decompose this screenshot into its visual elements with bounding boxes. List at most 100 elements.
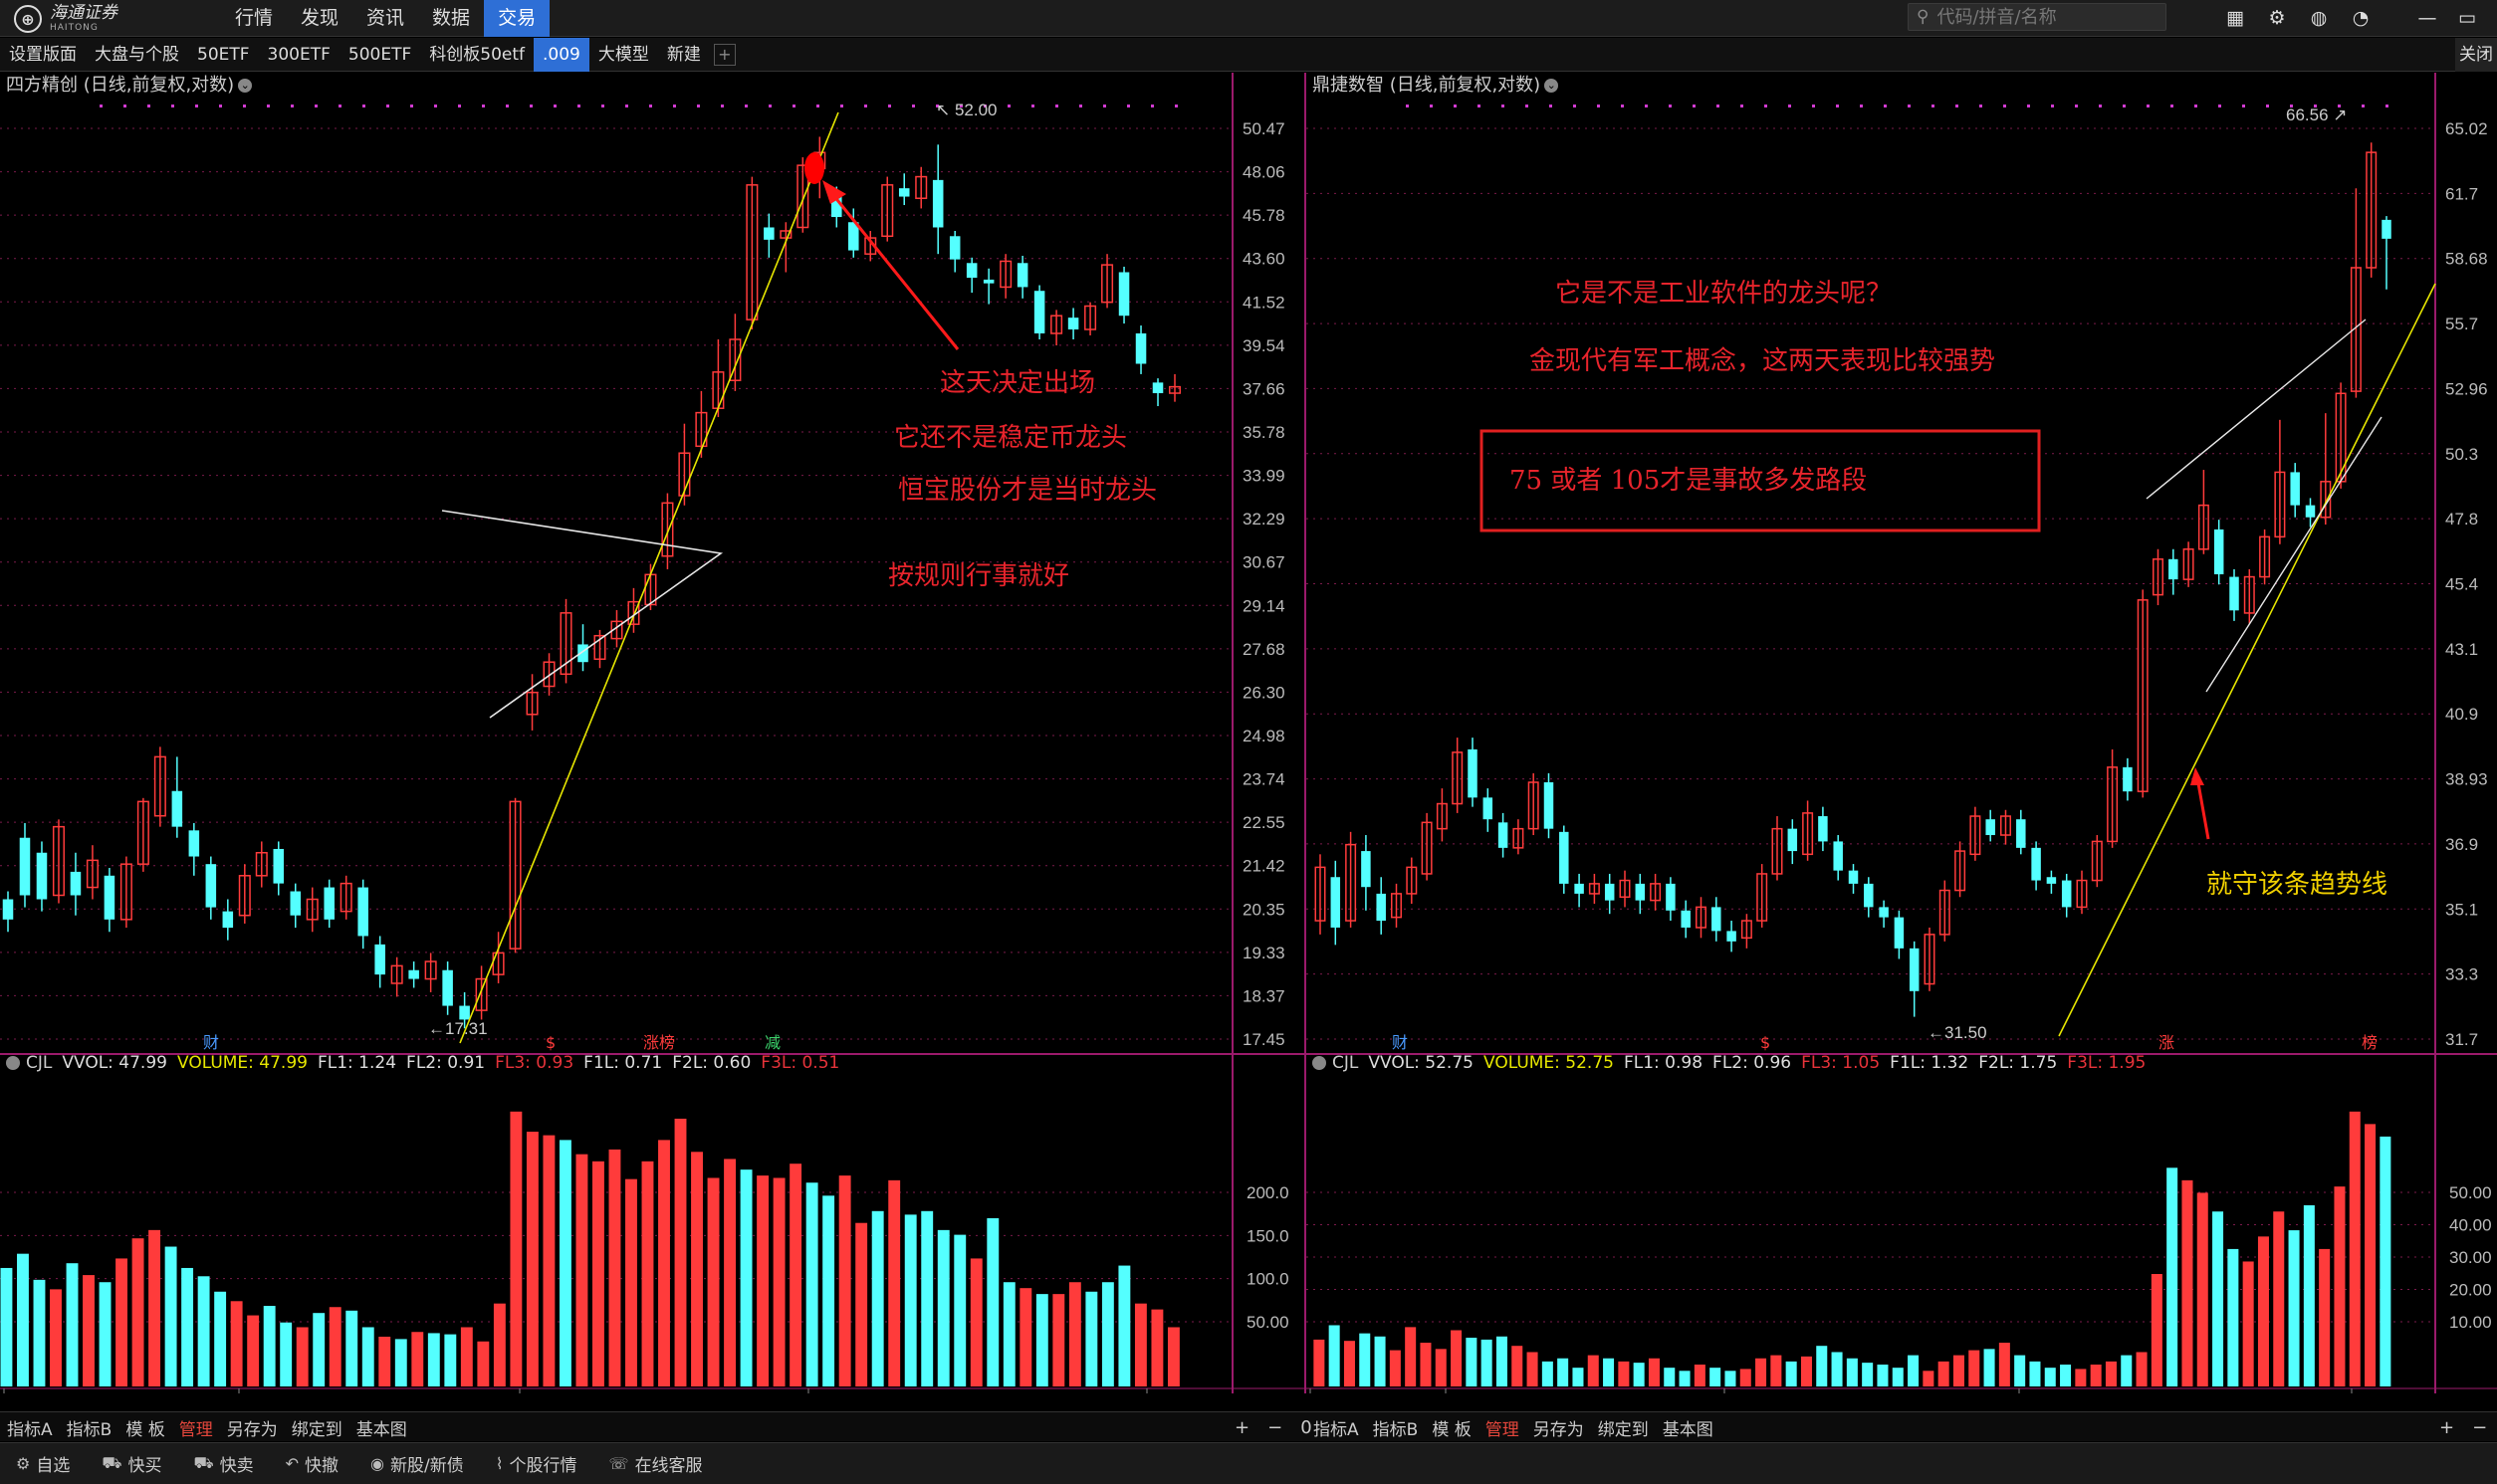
indicator-tab-0[interactable]: 指标A <box>1306 1415 1366 1440</box>
indicator-tab-3[interactable]: 管理 <box>1478 1415 1526 1440</box>
candle-body[interactable] <box>1361 851 1371 888</box>
candle-body[interactable] <box>932 179 944 228</box>
status-item-2[interactable]: ⛟ 快卖 <box>177 1451 269 1476</box>
candle-body[interactable] <box>459 1005 470 1020</box>
dropdown-icon[interactable]: ⌄ <box>238 79 253 93</box>
candle-body[interactable] <box>2031 847 2041 881</box>
candle-body[interactable] <box>2046 877 2057 884</box>
restore-icon[interactable]: ▭ <box>2454 5 2480 31</box>
zoom-control-0[interactable]: + <box>1235 1417 1249 1438</box>
chart-title-left[interactable]: 四方精创 (日线,前复权,对数) ⌄ <box>6 73 253 99</box>
chat-icon[interactable]: ◔ <box>2348 5 2374 31</box>
candle-body[interactable] <box>222 911 234 929</box>
candle-body[interactable] <box>374 944 385 975</box>
candle-body[interactable] <box>36 852 48 900</box>
chart-title-right[interactable]: 鼎捷数智 (日线,前复权,对数) ⌄ <box>1312 73 1559 99</box>
add-tab-button[interactable]: + <box>713 44 736 66</box>
indicator-tab-4[interactable]: 另存为 <box>220 1415 285 1440</box>
event-marker[interactable]: 榜 <box>2362 1033 2378 1052</box>
candle-body[interactable] <box>2382 219 2391 239</box>
dropdown-icon[interactable]: ⌄ <box>1544 79 1559 93</box>
candle-body[interactable] <box>442 969 453 1006</box>
candle-body[interactable] <box>1135 332 1147 364</box>
candle-body[interactable] <box>2229 576 2239 611</box>
tab-8[interactable]: 新建 <box>658 38 710 72</box>
channel-line-lower[interactable] <box>2205 416 2383 693</box>
globe-icon[interactable]: ◍ <box>2306 5 2332 31</box>
candle-body[interactable] <box>1033 291 1045 333</box>
chart-canvas-right[interactable]: 65.02 61.7 58.68 55.7 52.96 50.3 47.8 45.4 43.1 4… <box>1306 73 2497 1393</box>
candle-body[interactable] <box>1787 828 1798 852</box>
gear-icon[interactable]: ⚙ <box>2264 5 2290 31</box>
candle-body[interactable] <box>19 837 31 896</box>
indicator-tab-1[interactable]: 指标B <box>1366 1415 1426 1440</box>
candle-body[interactable] <box>1497 822 1508 848</box>
tab-4[interactable]: 500ETF <box>340 38 420 72</box>
indicator-tab-1[interactable]: 指标B <box>60 1415 119 1440</box>
nav-4[interactable]: 交易 <box>484 0 551 37</box>
close-panel-button[interactable]: 关闭 <box>2455 38 2497 72</box>
candle-body[interactable] <box>1864 883 1874 908</box>
nav-3[interactable]: 数据 <box>418 0 484 37</box>
candle-body[interactable] <box>1635 883 1646 901</box>
candle-body[interactable] <box>1666 883 1676 911</box>
tab-1[interactable]: 大盘与个股 <box>86 38 188 72</box>
indicator-tab-4[interactable]: 另存为 <box>1526 1415 1591 1440</box>
event-marker[interactable]: 涨 <box>2158 1033 2174 1052</box>
indicator-tab-5[interactable]: 绑定到 <box>285 1415 349 1440</box>
candle-body[interactable] <box>1879 907 1889 918</box>
candle-body[interactable] <box>2290 472 2300 506</box>
candle-body[interactable] <box>273 848 285 884</box>
candle-body[interactable] <box>171 790 183 827</box>
candle-body[interactable] <box>357 887 368 937</box>
search-input[interactable] <box>1936 6 2156 28</box>
candle-body[interactable] <box>1909 948 1920 991</box>
candle-body[interactable] <box>2 899 14 920</box>
candle-body[interactable] <box>1468 748 1477 798</box>
candle-body[interactable] <box>104 875 115 920</box>
chart-panel-right[interactable]: 65.02 61.7 58.68 55.7 52.96 50.3 47.8 45.4 43.1 4… <box>1304 73 2497 1393</box>
candle-body[interactable] <box>408 969 419 979</box>
candle-body[interactable] <box>1574 883 1584 894</box>
candle-body[interactable] <box>324 887 335 920</box>
candle-body[interactable] <box>2016 819 2026 848</box>
candle-body[interactable] <box>1711 907 1721 932</box>
exit-marker[interactable] <box>804 152 824 184</box>
tab-2[interactable]: 50ETF <box>188 38 259 72</box>
candle-body[interactable] <box>2213 529 2224 575</box>
triangle-pattern[interactable] <box>441 510 724 719</box>
chart-canvas-left[interactable]: 50.47 48.06 45.78 43.60 41.52 39.54 37.66 35.78… <box>0 73 1304 1393</box>
status-item-3[interactable]: ↶ 快撤 <box>270 1451 354 1476</box>
zoom-control-1[interactable]: − <box>1267 1417 1282 1438</box>
candle-body[interactable] <box>1376 893 1386 922</box>
candle-body[interactable] <box>70 871 82 896</box>
status-item-1[interactable]: ⛟ 快买 <box>86 1451 177 1476</box>
minimize-icon[interactable]: — <box>2414 5 2440 31</box>
status-item-4[interactable]: ◉ 新股/新债 <box>354 1451 480 1476</box>
candle-body[interactable] <box>764 227 775 240</box>
indicator-tab-3[interactable]: 管理 <box>172 1415 220 1440</box>
tab-6[interactable]: .009 <box>534 38 589 72</box>
nav-2[interactable]: 资讯 <box>352 0 418 37</box>
candle-body[interactable] <box>188 830 200 857</box>
candle-body[interactable] <box>949 236 961 260</box>
candle-body[interactable] <box>1833 841 1843 871</box>
candle-body[interactable] <box>1985 819 1995 836</box>
indicator-tab-5[interactable]: 绑定到 <box>1591 1415 1656 1440</box>
candle-body[interactable] <box>1726 931 1736 942</box>
search-box[interactable]: ⚲ <box>1908 3 2166 31</box>
grid-icon[interactable]: ▦ <box>2222 5 2248 31</box>
candle-body[interactable] <box>1681 910 1691 928</box>
volume-settings-icon[interactable] <box>1312 1056 1326 1070</box>
volume-settings-icon[interactable] <box>6 1056 20 1070</box>
candle-body[interactable] <box>2123 766 2133 792</box>
trend-line[interactable] <box>459 111 839 1044</box>
candle-body[interactable] <box>2061 880 2072 908</box>
channel-line-upper[interactable] <box>2146 318 2367 500</box>
candle-body[interactable] <box>1118 272 1130 317</box>
indicator-tab-0[interactable]: 指标A <box>0 1415 60 1440</box>
candle-body[interactable] <box>1604 883 1615 901</box>
candle-body[interactable] <box>1894 917 1905 949</box>
status-item-6[interactable]: ☏ 在线客服 <box>593 1451 719 1476</box>
candle-body[interactable] <box>966 263 978 279</box>
